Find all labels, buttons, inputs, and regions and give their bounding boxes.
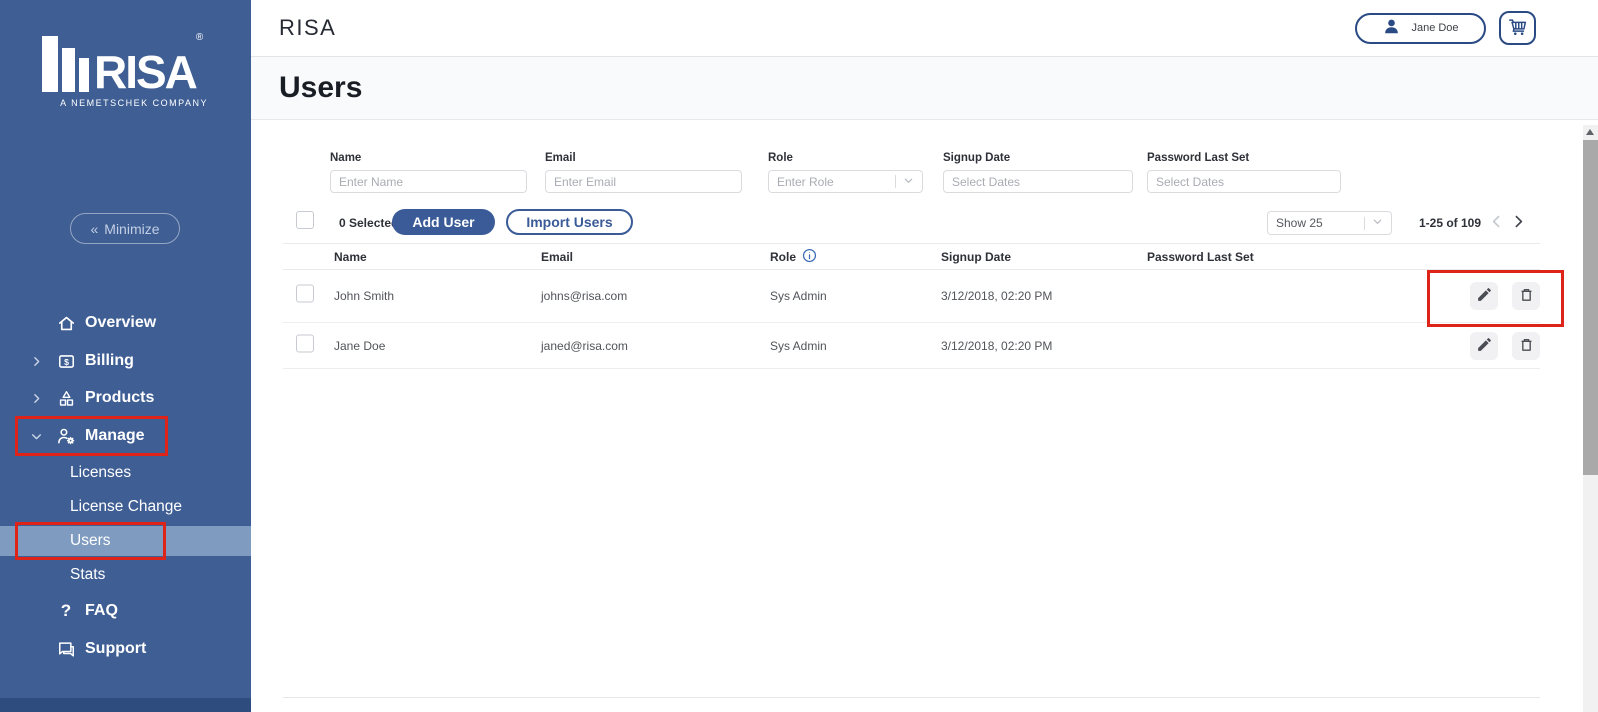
row-checkbox[interactable] <box>296 285 314 303</box>
column-header-role: Role <box>770 248 817 266</box>
pencil-icon <box>1476 286 1493 306</box>
add-user-button[interactable]: Add User <box>392 209 495 235</box>
trash-icon <box>1518 336 1535 356</box>
selected-count-label: 0 Selected <box>339 216 398 230</box>
cart-icon <box>1507 16 1529 41</box>
sidebar-item-license-change[interactable]: License Change <box>0 493 251 521</box>
sidebar-item-billing[interactable]: $ Billing <box>0 347 251 375</box>
page-title: Users <box>279 71 362 105</box>
cell-name: Jane Doe <box>334 339 385 353</box>
trash-icon <box>1518 286 1535 306</box>
logo-wordmark: RISA <box>94 54 196 92</box>
page-header: Users <box>251 57 1598 120</box>
pagination-range-label: 1-25 of 109 <box>1419 216 1481 230</box>
question-mark-icon: ? <box>55 601 77 621</box>
products-icon <box>55 389 77 408</box>
column-header-email: Email <box>541 250 573 264</box>
filter-signup-date: Signup Date <box>943 152 1133 193</box>
scroll-up-arrow-icon[interactable] <box>1586 129 1594 135</box>
user-menu-button[interactable]: Jane Doe <box>1355 13 1486 44</box>
chevron-right-icon <box>30 355 44 368</box>
previous-page-button[interactable] <box>1488 213 1505 230</box>
filter-name: Name <box>330 152 527 193</box>
table-row: John Smith johns@risa.com Sys Admin 3/12… <box>283 270 1540 323</box>
column-header-password-last-set: Password Last Set <box>1147 250 1254 264</box>
chat-support-icon <box>55 640 77 659</box>
cell-role: Sys Admin <box>770 289 827 303</box>
delete-user-button[interactable] <box>1512 282 1540 310</box>
registered-mark: ® <box>196 32 203 43</box>
logo-bars-icon <box>42 36 89 92</box>
filter-role: Role Enter Role <box>768 152 923 193</box>
sidebar-item-manage[interactable]: Manage <box>0 422 251 450</box>
cell-email: johns@risa.com <box>541 289 627 303</box>
double-chevron-left-icon: « <box>90 221 98 237</box>
sidebar-item-users[interactable]: Users <box>0 526 251 556</box>
topbar: RISA Jane Doe <box>251 0 1598 57</box>
signup-date-filter-input[interactable] <box>943 170 1133 193</box>
info-icon[interactable] <box>802 248 817 266</box>
pencil-icon <box>1476 336 1493 356</box>
edit-user-button[interactable] <box>1470 332 1498 360</box>
minimize-button[interactable]: « Minimize <box>70 213 180 244</box>
cell-name: John Smith <box>334 289 394 303</box>
topbar-actions: Jane Doe <box>1355 11 1536 45</box>
filter-password-last-set: Password Last Set <box>1147 152 1341 193</box>
cell-signup-date: 3/12/2018, 02:20 PM <box>941 289 1052 303</box>
sidebar-footer-strip <box>0 698 251 712</box>
column-header-name: Name <box>334 250 367 264</box>
chevron-right-icon <box>30 392 44 405</box>
cell-signup-date: 3/12/2018, 02:20 PM <box>941 339 1052 353</box>
app-root: RISA ® A NEMETSCHEK COMPANY « Minimize O… <box>0 0 1598 712</box>
row-checkbox[interactable] <box>296 334 314 352</box>
select-all-checkbox[interactable] <box>296 211 314 229</box>
name-filter-input[interactable] <box>330 170 527 193</box>
home-icon <box>55 314 77 333</box>
import-users-button[interactable]: Import Users <box>506 209 633 235</box>
vertical-scrollbar[interactable] <box>1583 125 1598 712</box>
svg-text:$: $ <box>64 356 69 366</box>
sidebar-item-stats[interactable]: Stats <box>0 561 251 589</box>
brand-title: RISA <box>279 15 336 41</box>
bottom-divider <box>283 697 1540 698</box>
sidebar-item-products[interactable]: Products <box>0 384 251 412</box>
risa-logo: RISA ® A NEMETSCHEK COMPANY <box>42 36 208 108</box>
page-size-select[interactable]: Show 25 <box>1267 211 1392 235</box>
sidebar: RISA ® A NEMETSCHEK COMPANY « Minimize O… <box>0 0 251 712</box>
sidebar-item-licenses[interactable]: Licenses <box>0 459 251 487</box>
password-date-filter-input[interactable] <box>1147 170 1341 193</box>
chevron-down-icon <box>1372 214 1383 232</box>
filter-email: Email <box>545 152 742 193</box>
column-header-signup-date: Signup Date <box>941 250 1011 264</box>
edit-user-button[interactable] <box>1470 282 1498 310</box>
table-row: Jane Doe janed@risa.com Sys Admin 3/12/2… <box>283 323 1540 369</box>
role-filter-select[interactable]: Enter Role <box>768 170 923 193</box>
table-header: Name Email Role Signup Date Password Las… <box>283 243 1540 270</box>
person-icon <box>1382 17 1401 39</box>
user-name: Jane Doe <box>1411 22 1458 34</box>
delete-user-button[interactable] <box>1512 332 1540 360</box>
cart-button[interactable] <box>1499 11 1536 45</box>
sidebar-item-faq[interactable]: ? FAQ <box>0 597 251 625</box>
chevron-down-icon <box>903 173 914 191</box>
logo-subtext: A NEMETSCHEK COMPANY <box>42 98 208 108</box>
manage-users-icon <box>55 426 77 446</box>
chevron-down-icon <box>30 430 44 443</box>
scrollbar-thumb[interactable] <box>1583 140 1598 475</box>
content-area: Name Email Role Enter Role Signup Date P… <box>251 120 1583 712</box>
sidebar-item-overview[interactable]: Overview <box>0 309 251 337</box>
cell-role: Sys Admin <box>770 339 827 353</box>
email-filter-input[interactable] <box>545 170 742 193</box>
cell-email: janed@risa.com <box>541 339 628 353</box>
billing-icon: $ <box>55 352 77 371</box>
next-page-button[interactable] <box>1510 213 1527 230</box>
sidebar-item-support[interactable]: Support <box>0 635 251 663</box>
